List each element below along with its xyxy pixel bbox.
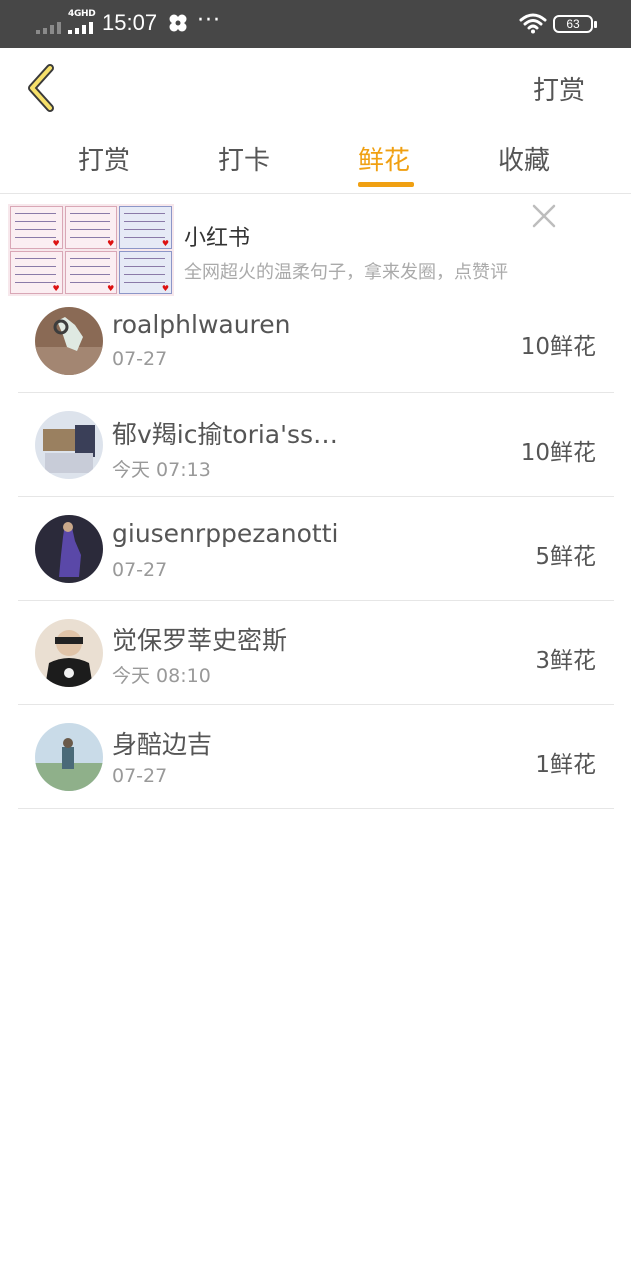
user-name: 身醅边吉 [112,730,213,759]
status-bar: 4GHD 15:07 ··· 63 [0,0,631,48]
list-item[interactable]: 觉保罗莘史密斯 今天 08:10 3鲜花 [18,601,614,705]
avatar [35,307,103,375]
tab-flowers[interactable]: 鲜花 [358,140,410,177]
list-item[interactable]: 身醅边吉 07-27 1鲜花 [18,705,614,809]
timestamp: 07-27 [112,559,168,581]
timestamp: 今天 07:13 [112,459,211,481]
signal-sim1-icon [36,20,61,34]
battery-icon: 63 [553,15,597,33]
network-type: 4GHD [68,9,96,19]
signal-sim2-icon [68,20,93,34]
timestamp: 07-27 [112,765,168,787]
close-icon[interactable] [530,202,558,230]
flower-count: 5鲜花 [535,544,596,570]
flower-count: 10鲜花 [520,440,596,466]
flower-count: 3鲜花 [535,648,596,674]
list-item[interactable]: roalphlwauren 07-27 10鲜花 [18,290,614,393]
user-name: 觉保罗莘史密斯 [112,626,288,655]
tab-favorites[interactable]: 收藏 [498,140,550,177]
back-icon[interactable] [22,62,62,114]
timestamp: 07-27 [112,348,168,370]
tab-reward[interactable]: 打赏 [78,140,130,177]
user-name: roalphlwauren [112,310,291,339]
flower-count: 10鲜花 [520,334,596,360]
user-name: 郁v羯ic揄toria'ss… [112,420,339,449]
avatar [35,411,103,479]
active-tab-indicator [358,182,414,187]
ad-title: 小红书 [184,226,251,251]
avatar [35,723,103,791]
flower-count: 1鲜花 [535,752,596,778]
ad-description: 全网超火的温柔句子，拿来发圈，点赞评 [184,262,508,283]
status-time: 15:07 [102,10,158,35]
tab-bar: 打赏 打卡 鲜花 收藏 [0,130,631,194]
avatar [35,515,103,583]
avatar [35,619,103,687]
timestamp: 今天 08:10 [112,665,211,687]
ad-banner[interactable]: 小红书 全网超火的温柔句子，拿来发圈，点赞评 [0,198,631,302]
flower-list: roalphlwauren 07-27 10鲜花 郁v羯ic揄toria'ss…… [18,290,614,809]
app-notification-icon [169,14,187,32]
user-name: giusenrppezanotti [112,519,339,548]
reward-button[interactable]: 打赏 [533,70,585,107]
ad-thumbnail [8,204,174,296]
list-item[interactable]: 郁v羯ic揄toria'ss… 今天 07:13 10鲜花 [18,393,614,497]
list-item[interactable]: giusenrppezanotti 07-27 5鲜花 [18,497,614,601]
tab-checkin[interactable]: 打卡 [218,140,270,177]
wifi-icon [519,13,547,34]
header: 打赏 [0,48,631,130]
more-notifications-icon: ··· [197,8,221,33]
